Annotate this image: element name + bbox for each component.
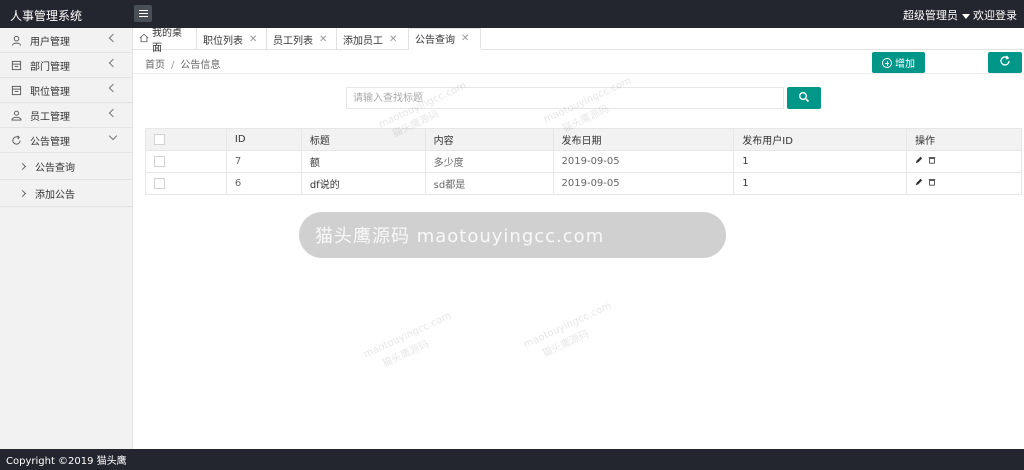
column-header-date: 发布日期 [552, 128, 735, 151]
tab-bar: 我的桌面 职位列表 ✕ 员工列表 ✕ 添加员工 ✕ 公告查询 ✕ [133, 28, 1024, 54]
cell-actions [906, 172, 1022, 195]
table-row: 7 额 多少度 2019-09-05 1 [145, 150, 1022, 173]
column-header-user-id: 发布用户ID [733, 128, 908, 151]
row-checkbox[interactable] [154, 155, 165, 167]
cell-date: 2019-09-05 [552, 172, 735, 195]
select-all-cell [145, 128, 227, 151]
group-icon [10, 109, 22, 121]
sidebar: 用户管理 部门管理 职位管理 员工管理 公告管理 公告查询 添加公告 [0, 28, 133, 449]
watermark-banner: 猫头鹰源码 maotouyingcc.com [299, 212, 726, 258]
cell-content: 多少度 [424, 150, 554, 173]
hamburger-icon [138, 10, 148, 17]
caret-down-icon [962, 13, 970, 19]
sidebar-subitem-label: 公告查询 [35, 162, 75, 174]
plus-circle-icon [882, 57, 892, 68]
tab-label: 我的桌面 [152, 28, 182, 54]
sidebar-item-position-management[interactable]: 职位管理 [0, 78, 132, 103]
user-name: 超级管理员 [903, 9, 958, 22]
close-icon[interactable]: ✕ [461, 33, 469, 44]
doc-icon [10, 59, 22, 71]
add-button-label: 增加 [895, 59, 915, 70]
welcome-link[interactable]: 欢迎登录 [973, 7, 1017, 23]
close-icon[interactable]: ✕ [319, 34, 327, 45]
sidebar-item-label: 部门管理 [30, 61, 70, 73]
cell-id: 6 [225, 172, 302, 195]
sidebar-subitem-add-announcement[interactable]: 添加公告 [0, 180, 132, 207]
refresh-icon [999, 55, 1011, 70]
column-header-content: 内容 [424, 128, 554, 151]
chevron-left-icon [108, 108, 118, 118]
tab-employee-list[interactable]: 员工列表 ✕ [267, 28, 337, 50]
sidebar-item-announcement-management[interactable]: 公告管理 [0, 128, 132, 153]
tab-label: 添加员工 [343, 35, 383, 47]
cell-actions [906, 150, 1022, 173]
close-icon[interactable]: ✕ [389, 34, 397, 45]
tab-label: 职位列表 [203, 35, 243, 47]
tab-label: 员工列表 [273, 35, 313, 47]
cell-date: 2019-09-05 [552, 150, 735, 173]
sidebar-item-department-management[interactable]: 部门管理 [0, 53, 132, 78]
user-icon [10, 34, 22, 46]
cell-user-id: 1 [733, 172, 908, 195]
chevron-left-icon [108, 33, 118, 43]
cell-title: 额 [300, 150, 426, 173]
footer: Copyright ©2019 猫头鹰 [0, 449, 1024, 470]
sidebar-item-label: 员工管理 [30, 111, 70, 123]
chevron-down-icon [108, 131, 118, 141]
edit-icon[interactable] [915, 156, 923, 167]
row-select-cell [145, 172, 227, 195]
breadcrumb-current: 公告信息 [180, 60, 221, 71]
cell-title: df说的 [300, 172, 426, 195]
search-icon [798, 91, 810, 106]
sidebar-subitem-announcement-query[interactable]: 公告查询 [0, 153, 132, 180]
sidebar-subitem-label: 添加公告 [35, 189, 75, 201]
sidebar-item-label: 职位管理 [30, 86, 70, 98]
table-header-row: ID 标题 内容 发布日期 发布用户ID 操作 [145, 128, 1022, 151]
user-menu-dropdown[interactable]: 超级管理员 [903, 7, 970, 23]
search-button[interactable] [787, 87, 821, 109]
toolbar-divider [133, 73, 1024, 74]
row-checkbox[interactable] [154, 177, 165, 189]
chevron-left-icon [108, 58, 118, 68]
add-button[interactable]: 增加 [872, 52, 925, 73]
home-icon [139, 33, 149, 46]
doc-icon [10, 84, 22, 96]
menu-toggle-button[interactable] [134, 5, 152, 22]
chevron-left-icon [108, 83, 118, 93]
chevron-right-icon [18, 189, 27, 197]
close-icon[interactable]: ✕ [249, 34, 257, 45]
tab-announcement-query[interactable]: 公告查询 ✕ [409, 28, 481, 50]
sidebar-item-user-management[interactable]: 用户管理 [0, 28, 132, 53]
refresh-icon [10, 134, 22, 146]
delete-icon[interactable] [928, 178, 936, 189]
cell-user-id: 1 [733, 150, 908, 173]
chevron-right-icon [18, 162, 27, 170]
refresh-button[interactable] [988, 52, 1022, 73]
breadcrumb-home[interactable]: 首页 [145, 60, 165, 71]
sidebar-item-label: 用户管理 [30, 36, 70, 48]
breadcrumb-separator: / [171, 60, 175, 71]
table-row: 6 df说的 sd都是 2019-09-05 1 [145, 172, 1022, 195]
breadcrumb: 首页 / 公告信息 [145, 56, 220, 71]
column-header-actions: 操作 [906, 128, 1022, 151]
column-header-id: ID [225, 128, 302, 151]
tab-add-employee[interactable]: 添加员工 ✕ [337, 28, 409, 50]
cell-id: 7 [225, 150, 302, 173]
announcement-table: ID 标题 内容 发布日期 发布用户ID 操作 7 额 多少度 2019-09-… [145, 128, 1022, 195]
app-brand: 人事管理系统 [10, 9, 83, 23]
tab-label: 公告查询 [415, 34, 455, 46]
row-select-cell [145, 150, 227, 173]
cell-content: sd都是 [424, 172, 554, 195]
sidebar-item-employee-management[interactable]: 员工管理 [0, 103, 132, 128]
tab-position-list[interactable]: 职位列表 ✕ [197, 28, 267, 50]
delete-icon[interactable] [928, 156, 936, 167]
select-all-checkbox[interactable] [154, 133, 165, 145]
edit-icon[interactable] [915, 178, 923, 189]
sidebar-item-label: 公告管理 [30, 136, 70, 148]
tab-my-desktop[interactable]: 我的桌面 [133, 28, 197, 54]
footer-copyright: Copyright ©2019 猫头鹰 [6, 456, 127, 467]
